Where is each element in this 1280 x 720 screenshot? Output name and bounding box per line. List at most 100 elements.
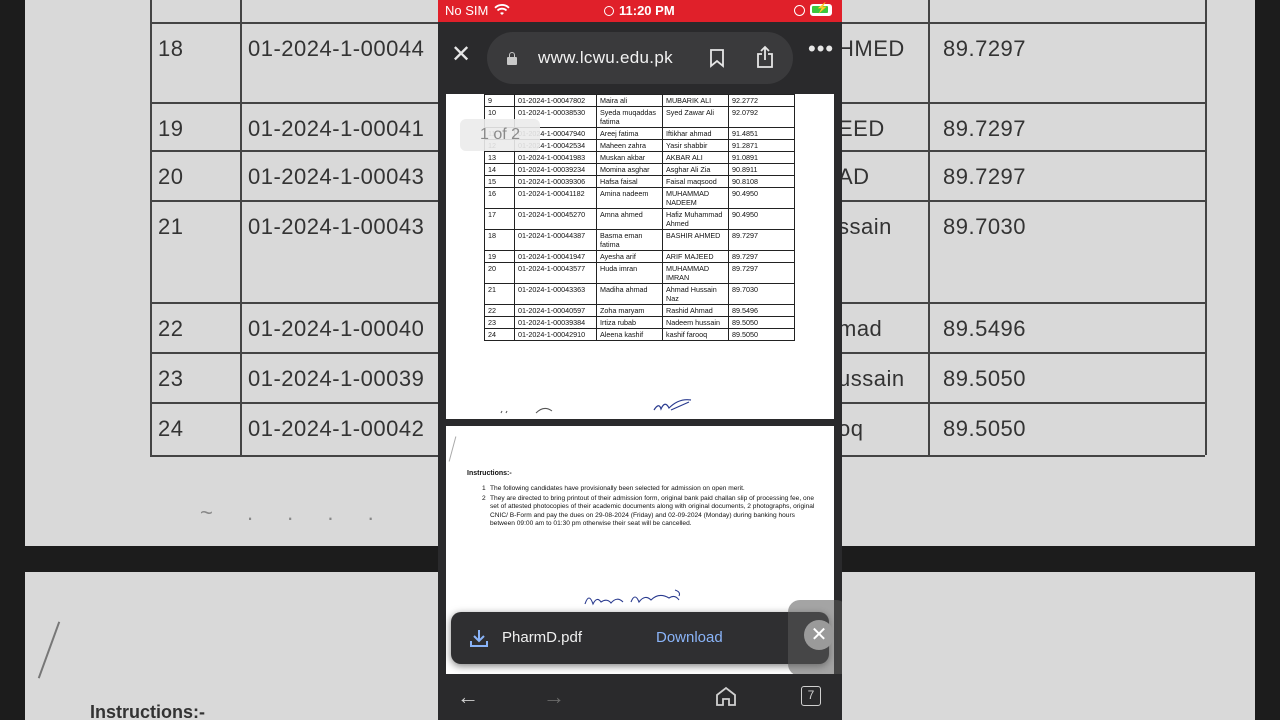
table-cell-score: 91.0891 bbox=[728, 151, 795, 164]
instruction-number: 1 bbox=[482, 485, 486, 492]
table-cell-name: Irtiza rubab bbox=[596, 316, 663, 329]
carrier-label: No SIM bbox=[445, 3, 489, 18]
table-cell-score: 92.0792 bbox=[728, 106, 795, 128]
download-button[interactable]: Download bbox=[656, 629, 723, 646]
bookmark-icon[interactable] bbox=[709, 48, 725, 73]
background-cell-score: 89.7297 bbox=[943, 116, 1027, 141]
url-text: www.lcwu.edu.pk bbox=[538, 48, 673, 67]
rotation-lock-icon bbox=[794, 5, 805, 16]
table-row: 19 01-2024-1-00041947 Ayesha arif ARIF MAJE… bbox=[484, 250, 795, 263]
table-cell-father: Faisal maqsood bbox=[662, 175, 729, 188]
background-cell-sr: 24 bbox=[158, 416, 184, 441]
table-cell-name: Madiha ahmad bbox=[596, 283, 663, 305]
table-cell-father: Syed Zawar Ali bbox=[662, 106, 729, 128]
table-cell-score: 89.5496 bbox=[728, 304, 795, 317]
table-cell-father: MUHAMMAD IMRAN bbox=[662, 262, 729, 284]
background-cell-score: 89.7297 bbox=[943, 164, 1027, 189]
background-cell-id: 01-2024-1-00042 bbox=[248, 416, 425, 441]
table-cell-id: 01-2024-1-00039306 bbox=[514, 175, 597, 188]
bottom-navigation: ← → 7 bbox=[438, 674, 842, 720]
table-cell-father: Nadeem hussain bbox=[662, 316, 729, 329]
background-cell-father: AD bbox=[838, 164, 870, 189]
table-cell-sr: 9 bbox=[484, 94, 515, 107]
table-cell-id: 01-2024-1-00047802 bbox=[514, 94, 597, 107]
background-cell-sr: 23 bbox=[158, 366, 184, 391]
table-cell-sr: 13 bbox=[484, 151, 515, 164]
background-cell-sr: 20 bbox=[158, 164, 184, 189]
table-row: 20 01-2024-1-00043577 Huda imran MUHAMMAD I… bbox=[484, 262, 795, 284]
table-cell-score: 91.2871 bbox=[728, 139, 795, 152]
wifi-icon bbox=[494, 4, 510, 19]
table-cell-id: 01-2024-1-00041983 bbox=[514, 151, 597, 164]
table-cell-father: Rashid Ahmad bbox=[662, 304, 729, 317]
background-table-line bbox=[928, 0, 930, 455]
table-cell-score: 92.2772 bbox=[728, 94, 795, 107]
table-cell-sr: 18 bbox=[484, 229, 515, 251]
table-cell-father: Iftikhar ahmad bbox=[662, 127, 729, 140]
table-cell-score: 89.7030 bbox=[728, 283, 795, 305]
background-table-line bbox=[150, 0, 152, 455]
background-cell-id: 01-2024-1-00040 bbox=[248, 316, 425, 341]
background-cell-id: 01-2024-1-00039 bbox=[248, 366, 425, 391]
status-time: 11:20 PM bbox=[604, 3, 675, 18]
background-cell-score: 89.7297 bbox=[943, 36, 1027, 61]
table-cell-id: 01-2024-1-00042910 bbox=[514, 328, 597, 341]
share-icon[interactable] bbox=[755, 45, 775, 74]
close-icon[interactable]: ✕ bbox=[450, 43, 472, 67]
table-cell-score: 90.4950 bbox=[728, 208, 795, 230]
background-cell-score: 89.5496 bbox=[943, 316, 1027, 341]
table-cell-sr: 23 bbox=[484, 316, 515, 329]
table-cell-father: BASHIR AHMED bbox=[662, 229, 729, 251]
table-row: 23 01-2024-1-00039384 Irtiza rubab Nadeem h… bbox=[484, 316, 795, 329]
table-cell-name: Syeda muqaddas fatima bbox=[596, 106, 663, 128]
table-cell-id: 01-2024-1-00039234 bbox=[514, 163, 597, 176]
address-bar[interactable]: www.lcwu.edu.pk bbox=[487, 32, 793, 84]
table-cell-father: AKBAR ALI bbox=[662, 151, 729, 164]
table-cell-id: 01-2024-1-00039384 bbox=[514, 316, 597, 329]
more-options-icon[interactable]: ••• bbox=[808, 38, 834, 60]
table-cell-score: 90.8911 bbox=[728, 163, 795, 176]
download-filename: PharmD.pdf bbox=[502, 629, 583, 646]
table-cell-id: 01-2024-1-00040597 bbox=[514, 304, 597, 317]
table-cell-sr: 17 bbox=[484, 208, 515, 230]
background-cell-father: mad bbox=[838, 316, 883, 341]
close-icon: ✕ bbox=[804, 620, 834, 650]
signature-mark bbox=[584, 589, 681, 606]
time-label: 11:20 PM bbox=[619, 3, 675, 18]
instruction-item: 1 The following candidates have provision… bbox=[482, 485, 818, 494]
table-cell-sr: 14 bbox=[484, 163, 515, 176]
pdf-viewer[interactable]: 9 01-2024-1-00047802 Maira ali MUBARIK ALI 9… bbox=[438, 94, 842, 674]
signature-mark bbox=[653, 399, 692, 411]
table-cell-sr: 16 bbox=[484, 187, 515, 209]
table-cell-father: Hafiz Muhammad Ahmed bbox=[662, 208, 729, 230]
back-arrow-icon[interactable]: ← bbox=[457, 684, 479, 710]
table-cell-id: 01-2024-1-00045270 bbox=[514, 208, 597, 230]
tabs-count-button[interactable]: 7 bbox=[801, 686, 821, 706]
background-cell-sr: 22 bbox=[158, 316, 184, 341]
table-cell-sr: 20 bbox=[484, 262, 515, 284]
forward-arrow-icon[interactable]: → bbox=[543, 684, 565, 710]
background-signature: ~ . . . . bbox=[200, 500, 388, 525]
table-cell-sr: 19 bbox=[484, 250, 515, 263]
table-cell-name: Zoha maryam bbox=[596, 304, 663, 317]
table-cell-name: Huda imran bbox=[596, 262, 663, 284]
table-row: 13 01-2024-1-00041983 Muskan akbar AKBAR AL… bbox=[484, 151, 795, 164]
table-cell-sr: 21 bbox=[484, 283, 515, 305]
table-cell-id: 01-2024-1-00044387 bbox=[514, 229, 597, 251]
table-cell-name: Amina nadeem bbox=[596, 187, 663, 209]
table-row: 15 01-2024-1-00039306 Hafsa faisal Faisal m… bbox=[484, 175, 795, 188]
table-cell-score: 90.8108 bbox=[728, 175, 795, 188]
background-instructions-text: Instructions:- bbox=[90, 702, 205, 720]
table-cell-score: 89.7297 bbox=[728, 250, 795, 263]
table-cell-score: 89.5050 bbox=[728, 328, 795, 341]
instruction-text: They are directed to bring printout of t… bbox=[490, 494, 815, 528]
table-cell-name: Basma eman fatima bbox=[596, 229, 663, 251]
home-icon[interactable] bbox=[715, 686, 737, 711]
instruction-item: 2 They are directed to bring printout of … bbox=[482, 495, 818, 529]
table-cell-father: ARIF MAJEED bbox=[662, 250, 729, 263]
table-cell-name: Momina asghar bbox=[596, 163, 663, 176]
dismiss-download-button[interactable]: ✕ bbox=[788, 600, 842, 676]
table-cell-sr: 24 bbox=[484, 328, 515, 341]
table-cell-name: Hafsa faisal bbox=[596, 175, 663, 188]
background-cell-sr: 18 bbox=[158, 36, 184, 61]
